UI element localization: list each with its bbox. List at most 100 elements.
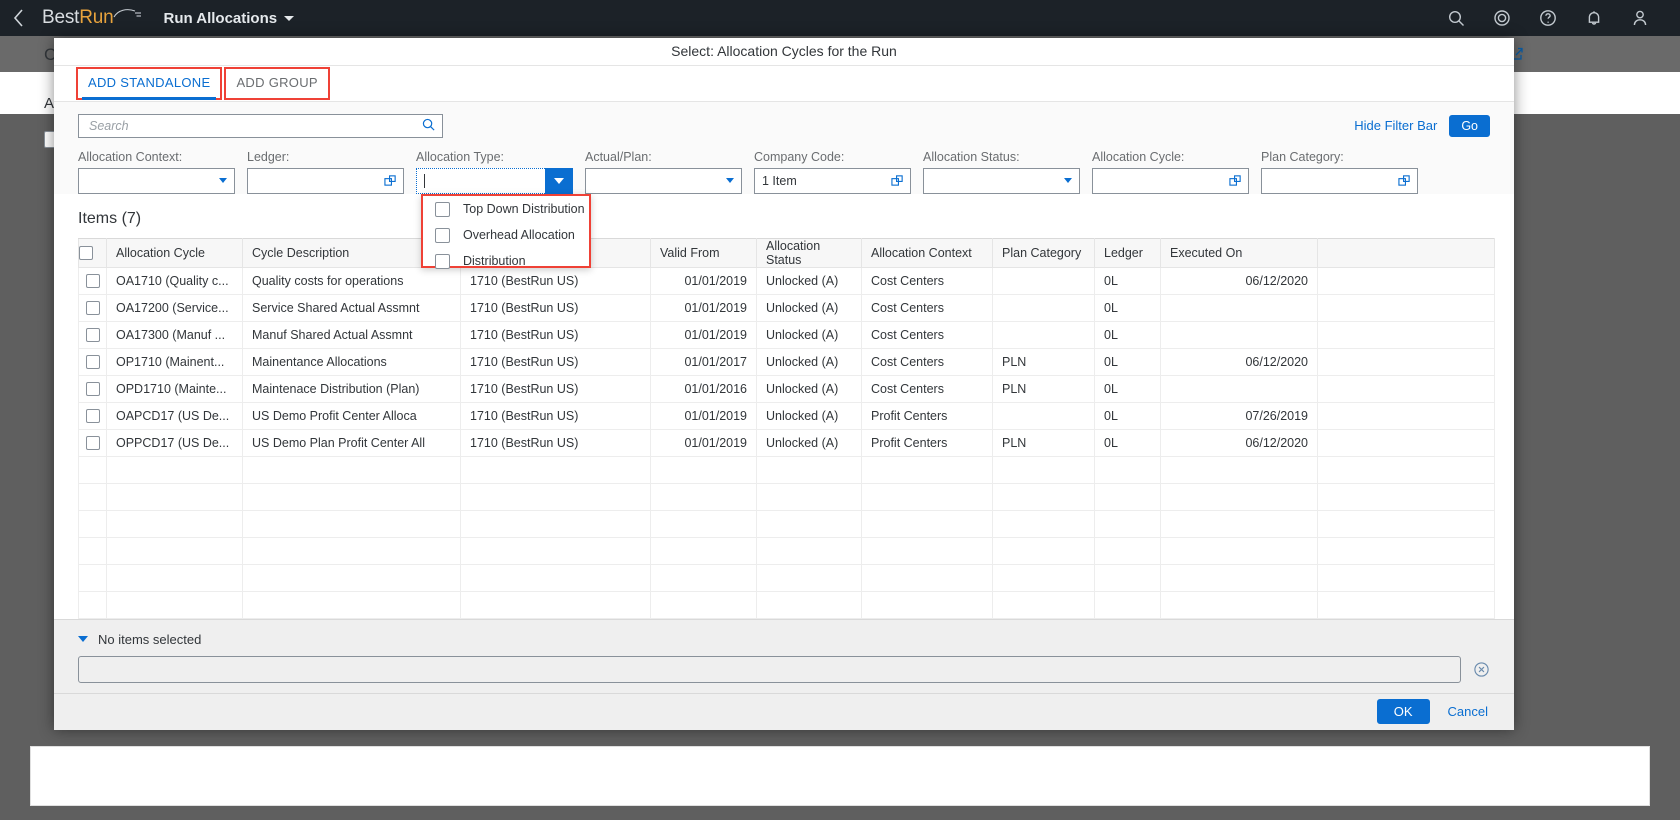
col-plan-category[interactable]: Plan Category xyxy=(992,237,1095,268)
row-checkbox[interactable] xyxy=(85,300,100,315)
filter-plan-category-input[interactable] xyxy=(1261,167,1418,194)
dropdown-option-distribution[interactable]: Distribution xyxy=(423,248,589,274)
empty-cell xyxy=(106,455,243,484)
search-input[interactable] xyxy=(87,117,421,134)
ok-button[interactable]: OK xyxy=(1376,699,1430,725)
empty-cell xyxy=(756,590,862,619)
app-title-menu[interactable]: Run Allocations xyxy=(163,10,295,27)
empty-cell xyxy=(861,482,993,511)
tab-add-group[interactable]: ADD GROUP xyxy=(224,66,330,100)
cell-allocation-status: Unlocked (A) xyxy=(756,293,862,322)
back-icon[interactable] xyxy=(0,0,36,36)
filter-ledger-input[interactable] xyxy=(247,167,404,194)
row-checkbox[interactable] xyxy=(85,327,100,342)
table-empty-row xyxy=(78,536,1495,565)
empty-cell xyxy=(1094,509,1161,538)
col-valid-from[interactable]: Valid From xyxy=(650,237,757,268)
filter-company-code-input[interactable]: 1 Item xyxy=(754,167,911,194)
empty-cell xyxy=(242,482,461,511)
cancel-button[interactable]: Cancel xyxy=(1448,704,1488,719)
hide-filter-bar-link[interactable]: Hide Filter Bar xyxy=(1354,118,1437,133)
table-row[interactable]: OAPCD17 (US De... US Demo Profit Center … xyxy=(78,401,1495,430)
filter-company-code-label: Company Code: xyxy=(754,149,845,164)
dropdown-option-overhead-allocation[interactable]: Overhead Allocation xyxy=(423,222,589,248)
checkbox[interactable] xyxy=(435,201,450,217)
select-all-checkbox[interactable] xyxy=(79,245,93,260)
cell-company: 1710 (BestRun US) xyxy=(460,401,651,430)
empty-cell xyxy=(861,455,993,484)
row-select-cell[interactable] xyxy=(78,401,107,430)
logo-best-text: Best xyxy=(42,7,80,28)
filter-actual-plan: Actual/Plan: xyxy=(585,150,742,194)
value-help-icon[interactable] xyxy=(1398,174,1411,187)
row-select-cell[interactable] xyxy=(78,374,107,403)
cell-allocation-cycle: OPD1710 (Mainte... xyxy=(106,374,243,403)
table-row[interactable]: OP1710 (Mainent... Mainentance Allocatio… xyxy=(78,347,1495,376)
row-checkbox[interactable] xyxy=(85,435,100,450)
checkbox[interactable] xyxy=(435,227,450,243)
cell-allocation-cycle: OA17200 (Service... xyxy=(106,293,243,322)
row-checkbox[interactable] xyxy=(85,273,100,288)
cell-ledger: 0L xyxy=(1094,266,1161,295)
table-row[interactable]: OA17200 (Service... Service Shared Actua… xyxy=(78,293,1495,322)
empty-cell xyxy=(756,536,862,565)
chevron-down-icon[interactable] xyxy=(78,636,88,643)
col-executed-on[interactable]: Executed On xyxy=(1160,237,1318,268)
checkbox[interactable] xyxy=(435,253,450,269)
tab-add-group-label: ADD GROUP xyxy=(236,74,318,90)
filter-allocation-status: Allocation Status: xyxy=(923,150,1080,194)
selected-items-token-input[interactable] xyxy=(78,655,1461,683)
cell-executed-on xyxy=(1160,374,1318,403)
cell-spacer xyxy=(1317,428,1495,457)
empty-cell xyxy=(1160,482,1318,511)
row-checkbox[interactable] xyxy=(85,354,100,369)
row-select-cell[interactable] xyxy=(78,266,107,295)
value-help-icon[interactable] xyxy=(891,174,904,187)
empty-cell xyxy=(242,563,461,592)
filter-actual-plan-select[interactable] xyxy=(585,167,742,194)
row-select-cell[interactable] xyxy=(78,320,107,349)
empty-cell xyxy=(460,509,651,538)
cell-spacer xyxy=(1317,347,1495,376)
table-row[interactable]: OA17300 (Manuf ... Manuf Shared Actual A… xyxy=(78,320,1495,349)
search-field[interactable] xyxy=(78,113,443,138)
row-select-cell[interactable] xyxy=(78,347,107,376)
user-icon[interactable] xyxy=(1630,8,1650,28)
table-row[interactable]: OPD1710 (Mainte... Maintenace Distributi… xyxy=(78,374,1495,403)
empty-cell xyxy=(861,563,993,592)
row-checkbox[interactable] xyxy=(85,381,100,396)
select-all-header[interactable] xyxy=(78,237,107,268)
filter-allocation-cycle-input[interactable] xyxy=(1092,167,1249,194)
value-help-icon[interactable] xyxy=(384,174,397,187)
row-select-cell[interactable] xyxy=(78,293,107,322)
filter-plan-category: Plan Category: xyxy=(1261,150,1418,194)
filter-allocation-type-select[interactable] xyxy=(416,167,573,194)
table-row[interactable]: OPPCD17 (US De... US Demo Plan Profit Ce… xyxy=(78,428,1495,457)
allocation-type-dropdown-toggle[interactable] xyxy=(545,167,573,194)
col-allocation-cycle[interactable]: Allocation Cycle xyxy=(106,237,243,268)
col-allocation-status[interactable]: Allocation Status xyxy=(756,237,862,268)
dropdown-option-top-down-distribution[interactable]: Top Down Distribution xyxy=(423,196,589,222)
go-button[interactable]: Go xyxy=(1449,114,1490,137)
clear-circle-icon[interactable] xyxy=(1473,661,1490,678)
filter-allocation-context-select[interactable] xyxy=(78,167,235,194)
target-icon[interactable] xyxy=(1492,8,1512,28)
cell-ledger: 0L xyxy=(1094,428,1161,457)
search-icon[interactable] xyxy=(421,117,436,135)
tab-add-standalone[interactable]: ADD STANDALONE xyxy=(75,66,223,100)
filter-allocation-type: Allocation Type: xyxy=(416,150,573,194)
row-checkbox[interactable] xyxy=(85,408,100,423)
bell-icon[interactable] xyxy=(1584,8,1604,28)
row-select-cell[interactable] xyxy=(78,428,107,457)
value-help-icon[interactable] xyxy=(1229,174,1242,187)
search-icon[interactable] xyxy=(1446,8,1466,28)
filter-allocation-status-select[interactable] xyxy=(923,167,1080,194)
filter-ledger-label: Ledger: xyxy=(247,149,290,164)
col-allocation-context[interactable]: Allocation Context xyxy=(861,237,993,268)
help-icon[interactable] xyxy=(1538,8,1558,28)
col-ledger[interactable]: Ledger xyxy=(1094,237,1161,268)
table-row[interactable]: OA1710 (Quality c... Quality costs for o… xyxy=(78,266,1495,295)
cell-ledger: 0L xyxy=(1094,347,1161,376)
selection-summary-area: No items selected xyxy=(54,618,1514,693)
filter-company-code-value: 1 Item xyxy=(762,173,797,188)
